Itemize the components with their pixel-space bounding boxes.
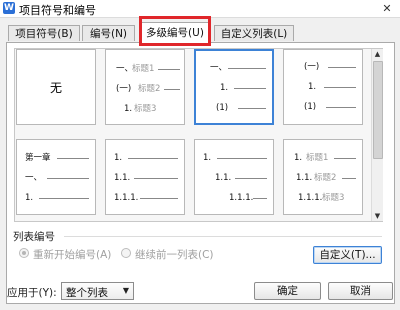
app-icon: W: [3, 2, 15, 14]
level-label: 第一章: [25, 153, 51, 163]
level-label: 1.1.1.: [298, 193, 323, 203]
level-label: (一): [304, 62, 320, 72]
tab-bullets[interactable]: 项目符号(B): [8, 25, 80, 41]
list-numbering-heading: 列表编号: [13, 231, 55, 243]
level-label: 1.1.: [215, 173, 232, 183]
level-label: 1.: [220, 83, 229, 93]
dropdown-arrow-icon: ▼: [122, 286, 129, 295]
restart-numbering-radio[interactable]: [19, 248, 29, 258]
level-text: 标题3: [322, 193, 345, 203]
level-label: 1.: [114, 153, 123, 163]
preset-none[interactable]: 无: [16, 49, 96, 125]
apply-to-select[interactable]: 整个列表 ▼: [61, 282, 134, 300]
section-divider: [64, 236, 382, 237]
cancel-button[interactable]: 取消: [328, 282, 393, 300]
level-label: 1.1.: [114, 173, 131, 183]
preset-cell[interactable]: (一) 1. (1): [283, 49, 363, 125]
level-label: (1): [304, 102, 317, 112]
apply-to-value: 整个列表: [66, 287, 108, 299]
tab-highlight-box: [139, 16, 211, 46]
level-label: 1.1.: [296, 173, 313, 183]
level-label: 1.1.1.: [229, 193, 254, 203]
level-label: 1.: [25, 193, 34, 203]
continue-list-radio[interactable]: [121, 248, 131, 258]
level-label: 1.: [294, 153, 303, 163]
level-label: 1.: [308, 82, 317, 92]
level-label: (1): [216, 103, 229, 113]
tab-numbering[interactable]: 编号(N): [82, 25, 135, 41]
level-label: 1.: [124, 104, 133, 114]
level-label: 1.1.1.: [114, 193, 139, 203]
level-text: 标题1: [132, 64, 155, 74]
preset-cell[interactable]: 1. 标题1 1.1. 标题2 1.1.1. 标题3: [283, 139, 363, 215]
level-label: 一、: [25, 173, 43, 183]
level-text: 标题2: [138, 84, 161, 94]
continue-list-label: 继续前一列表(C): [135, 249, 214, 261]
level-text: 标题2: [314, 173, 337, 183]
level-label: 一、: [116, 64, 134, 74]
level-label: 1.: [203, 153, 212, 163]
ok-button[interactable]: 确定: [254, 282, 321, 300]
preset-none-label: 无: [49, 80, 62, 95]
restart-numbering-label: 重新开始编号(A): [33, 249, 112, 261]
tab-custom-list[interactable]: 自定义列表(L): [214, 25, 294, 41]
preset-cell[interactable]: 1. 1.1. 1.1.1.: [194, 139, 274, 215]
preset-cell-selected[interactable]: 一、 1. (1): [194, 49, 274, 125]
scroll-down-arrow-icon[interactable]: ▼: [372, 211, 383, 221]
preset-cell[interactable]: 一、 标题1 (一) 标题2 1. 标题3: [105, 49, 185, 125]
apply-to-label: 应用于(Y):: [7, 287, 57, 299]
level-text: 标题3: [134, 104, 157, 114]
level-label: 一、: [210, 63, 228, 73]
customize-button[interactable]: 自定义(T)...: [313, 246, 382, 264]
gallery-scrollbar[interactable]: ▲ ▼: [371, 49, 383, 221]
scroll-thumb[interactable]: [373, 61, 383, 159]
preset-cell[interactable]: 1. 1.1. 1.1.1.: [105, 139, 185, 215]
dialog-title: 项目符号和编号: [19, 4, 96, 17]
level-label: (一): [116, 84, 132, 94]
close-icon[interactable]: ✕: [377, 1, 397, 16]
scroll-up-arrow-icon[interactable]: ▲: [372, 49, 383, 59]
level-text: 标题1: [306, 153, 329, 163]
preset-cell[interactable]: 第一章 一、 1.: [16, 139, 96, 215]
